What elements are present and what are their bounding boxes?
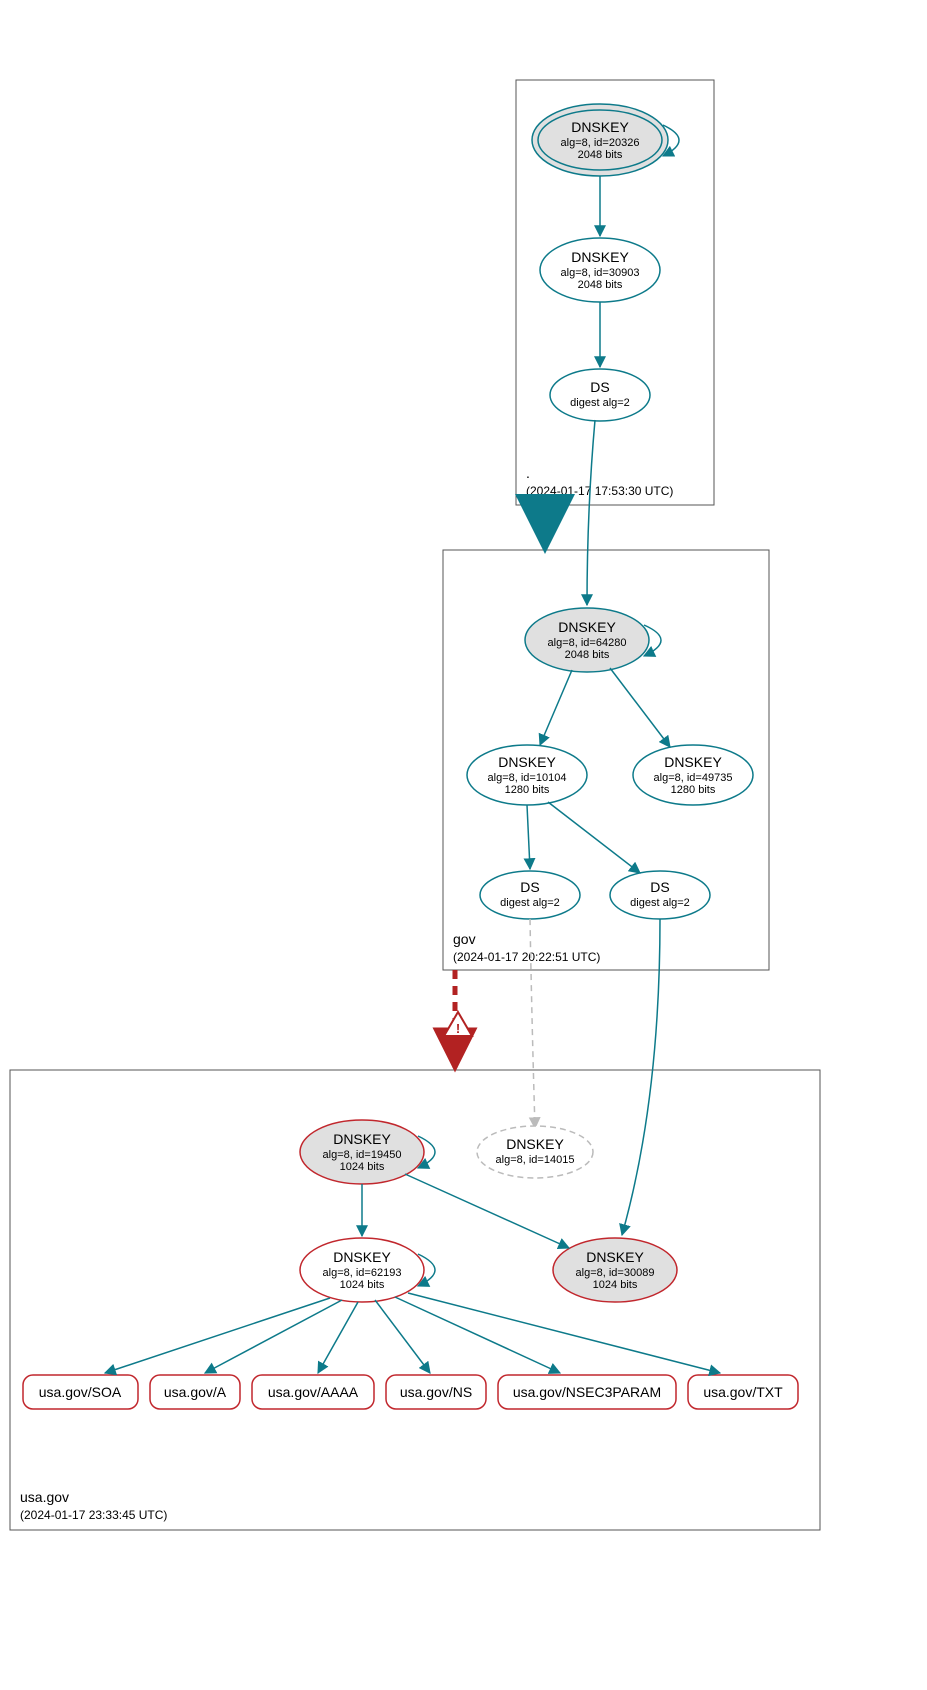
svg-text:2048 bits: 2048 bits (578, 149, 623, 161)
node-root-zsk: DNSKEY alg=8, id=30903 2048 bits (540, 238, 660, 302)
edge-usa-zsk-txt (408, 1293, 720, 1373)
node-rr-txt: usa.gov/TXT (688, 1375, 798, 1409)
node-gov-zsk1: DNSKEY alg=8, id=10104 1280 bits (467, 745, 587, 805)
node-usa-zsk: DNSKEY alg=8, id=62193 1024 bits (300, 1238, 424, 1302)
node-rr-soa: usa.gov/SOA (23, 1375, 138, 1409)
node-gov-ksk: DNSKEY alg=8, id=64280 2048 bits (525, 608, 649, 672)
svg-text:DNSKEY: DNSKEY (558, 619, 616, 635)
svg-text:alg=8, id=49735: alg=8, id=49735 (654, 772, 733, 784)
node-gov-ds2: DS digest alg=2 (610, 871, 710, 919)
zone-usa-ts: (2024-01-17 23:33:45 UTC) (20, 1508, 167, 1522)
node-usa-miss: DNSKEY alg=8, id=14015 (477, 1126, 593, 1178)
svg-text:digest alg=2: digest alg=2 (500, 897, 560, 909)
svg-text:usa.gov/AAAA: usa.gov/AAAA (268, 1384, 359, 1400)
svg-text:1024 bits: 1024 bits (340, 1279, 385, 1291)
edge-root-ds-gov-ksk (587, 420, 595, 605)
svg-text:alg=8, id=62193: alg=8, id=62193 (323, 1267, 402, 1279)
svg-text:usa.gov/NSEC3PARAM: usa.gov/NSEC3PARAM (513, 1384, 661, 1400)
edge-usa-zsk-soa (105, 1298, 330, 1373)
svg-text:usa.gov/NS: usa.gov/NS (400, 1384, 472, 1400)
svg-text:usa.gov/TXT: usa.gov/TXT (703, 1384, 783, 1400)
svg-text:DNSKEY: DNSKEY (571, 119, 629, 135)
svg-text:DNSKEY: DNSKEY (498, 754, 556, 770)
svg-text:DNSKEY: DNSKEY (571, 249, 629, 265)
svg-text:DS: DS (590, 379, 609, 395)
edge-usa-ksk-key2 (405, 1174, 569, 1248)
node-rr-nsec: usa.gov/NSEC3PARAM (498, 1375, 676, 1409)
svg-text:alg=8, id=30089: alg=8, id=30089 (576, 1267, 655, 1279)
svg-text:usa.gov/SOA: usa.gov/SOA (39, 1384, 122, 1400)
svg-text:1024 bits: 1024 bits (340, 1161, 385, 1173)
svg-text:alg=8, id=10104: alg=8, id=10104 (488, 772, 567, 784)
svg-text:alg=8, id=20326: alg=8, id=20326 (561, 137, 640, 149)
svg-text:digest alg=2: digest alg=2 (630, 897, 690, 909)
edge-gov-ksk-zsk1 (540, 670, 572, 745)
svg-text:DS: DS (520, 879, 539, 895)
svg-text:alg=8, id=64280: alg=8, id=64280 (548, 637, 627, 649)
node-usa-key2: DNSKEY alg=8, id=30089 1024 bits (553, 1238, 677, 1302)
zone-gov-label: gov (453, 931, 476, 947)
node-gov-zsk2: DNSKEY alg=8, id=49735 1280 bits (633, 745, 753, 805)
edge-gov-ds2-usa-key2 (622, 919, 660, 1235)
edge-usa-zsk-nsec (395, 1297, 560, 1373)
edge-usa-zsk-a (205, 1300, 342, 1373)
node-rr-aaaa: usa.gov/AAAA (252, 1375, 374, 1409)
node-root-ds: DS digest alg=2 (550, 369, 650, 421)
svg-text:1280 bits: 1280 bits (671, 784, 716, 796)
svg-text:DS: DS (650, 879, 669, 895)
zone-root-ts: (2024-01-17 17:53:30 UTC) (526, 484, 673, 498)
svg-text:1024 bits: 1024 bits (593, 1279, 638, 1291)
edge-gov-ksk-zsk2 (610, 668, 670, 747)
svg-text:DNSKEY: DNSKEY (333, 1131, 391, 1147)
svg-text:DNSKEY: DNSKEY (333, 1249, 391, 1265)
zone-gov-ts: (2024-01-17 20:22:51 UTC) (453, 950, 600, 964)
edge-gov-zsk1-ds2 (548, 802, 640, 873)
svg-text:digest alg=2: digest alg=2 (570, 397, 630, 409)
svg-text:2048 bits: 2048 bits (565, 649, 610, 661)
svg-text:DNSKEY: DNSKEY (586, 1249, 644, 1265)
svg-text:alg=8, id=30903: alg=8, id=30903 (561, 267, 640, 279)
warning-icon: ! (444, 1012, 472, 1036)
zone-root-label: . (526, 465, 530, 481)
zone-usa-label: usa.gov (20, 1489, 69, 1505)
dnssec-diagram: . (2024-01-17 17:53:30 UTC) gov (2024-01… (0, 0, 927, 1690)
edge-gov-zsk1-ds1 (527, 805, 530, 869)
svg-text:DNSKEY: DNSKEY (506, 1136, 564, 1152)
node-rr-ns: usa.gov/NS (386, 1375, 486, 1409)
svg-text:usa.gov/A: usa.gov/A (164, 1384, 227, 1400)
node-gov-ds1: DS digest alg=2 (480, 871, 580, 919)
node-rr-a: usa.gov/A (150, 1375, 240, 1409)
svg-text:alg=8, id=19450: alg=8, id=19450 (323, 1149, 402, 1161)
svg-text:1280 bits: 1280 bits (505, 784, 550, 796)
svg-text:DNSKEY: DNSKEY (664, 754, 722, 770)
svg-text:alg=8, id=14015: alg=8, id=14015 (496, 1154, 575, 1166)
edge-usa-zsk-aaaa (318, 1302, 358, 1373)
node-root-ksk: DNSKEY alg=8, id=20326 2048 bits (532, 104, 668, 176)
svg-text:2048 bits: 2048 bits (578, 279, 623, 291)
svg-text:!: ! (456, 1021, 460, 1036)
edge-usa-zsk-ns (375, 1300, 430, 1373)
